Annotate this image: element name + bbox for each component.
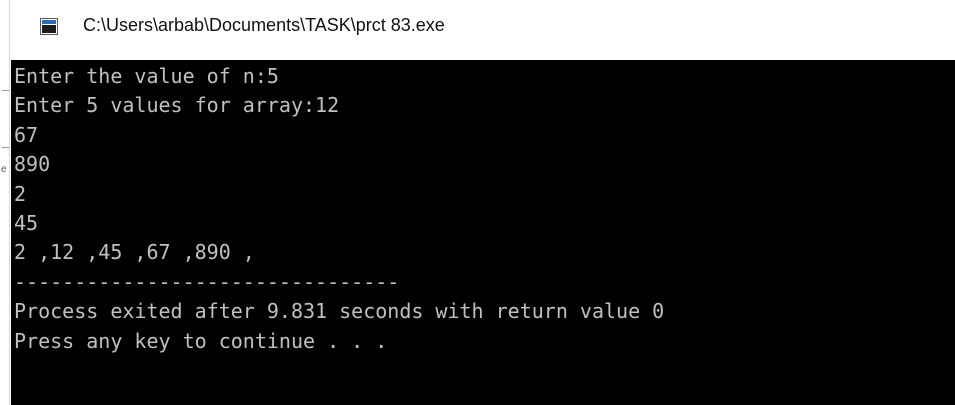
console-line: 2 ,12 ,45 ,67 ,890 , <box>14 240 255 265</box>
edge-glyph: e <box>1 164 7 175</box>
console-line: Enter the value of n:5 <box>14 64 279 88</box>
console-separator: -------------------------------- <box>14 269 400 294</box>
console-line: Process exited after 9.831 seconds with … <box>14 299 665 324</box>
console-output[interactable]: Enter the value of n:5 Enter 5 values fo… <box>11 60 955 405</box>
console-line: 45 <box>14 210 39 235</box>
window-title: C:\Users\arbab\Documents\TASK\prct 83.ex… <box>83 15 445 35</box>
console-window-icon[interactable] <box>40 18 58 35</box>
console-lines: Enter the value of n:5 Enter 5 values fo… <box>14 62 664 356</box>
background-window-edge: e <box>0 0 10 405</box>
console-line: 890 <box>14 152 51 177</box>
console-line: Press any key to continue . . . <box>14 328 388 353</box>
title-bar[interactable]: C:\Users\arbab\Documents\TASK\prct 83.ex… <box>0 0 955 58</box>
console-line: Enter 5 values for array:12 <box>14 93 340 118</box>
console-line: 2 <box>14 181 27 206</box>
console-line: 67 <box>14 122 39 147</box>
console-window: C:\Users\arbab\Documents\TASK\prct 83.ex… <box>0 0 955 405</box>
